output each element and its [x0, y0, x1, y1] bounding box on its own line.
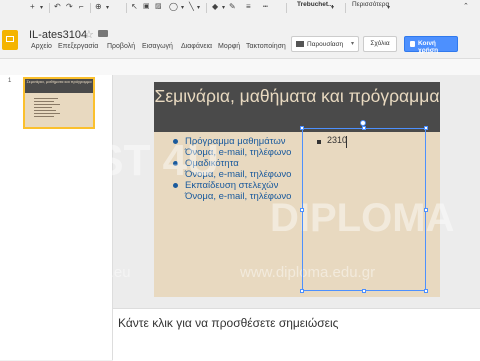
image-icon[interactable]: ▨: [155, 2, 162, 10]
chevron-down-icon[interactable]: ▾: [106, 4, 109, 11]
resize-handle[interactable]: [424, 208, 428, 212]
border-color-icon[interactable]: ✎: [229, 2, 236, 11]
watermark-url-left: www.test4u.eu: [33, 264, 131, 281]
thumbnail-line: [34, 113, 60, 114]
slides-logo-icon[interactable]: [2, 30, 18, 50]
font-family-select[interactable]: Trebuchet...: [297, 1, 333, 8]
bullet-square: [317, 140, 321, 144]
folder-icon[interactable]: [98, 30, 108, 37]
add-slide-icon[interactable]: +: [30, 2, 35, 11]
toolbar: [0, 58, 480, 76]
chevron-down-icon[interactable]: ▾: [331, 4, 334, 11]
selected-text-box[interactable]: [302, 128, 426, 291]
present-label: Παρουσίαση: [307, 41, 344, 48]
resize-handle[interactable]: [300, 289, 304, 293]
menu-view[interactable]: Προβολή: [107, 43, 135, 50]
speaker-notes-placeholder[interactable]: Κάντε κλικ για να προσθέσετε σημειώσεις: [118, 316, 338, 330]
toolbar-divider: [49, 3, 50, 13]
redo-icon[interactable]: ↷: [66, 2, 73, 11]
undo-icon[interactable]: ↶: [54, 2, 61, 11]
menu-edit[interactable]: Επεξεργασία: [58, 43, 98, 50]
toolbar-divider: [286, 3, 287, 13]
more-select[interactable]: Περισσότερα: [352, 1, 389, 8]
thumbnail-line: [34, 101, 54, 102]
toolbar-divider: [206, 3, 207, 13]
star-icon[interactable]: ☆: [84, 28, 94, 41]
shape-icon[interactable]: ◯: [169, 2, 178, 11]
menu-format[interactable]: Μορφή: [218, 43, 240, 50]
menu-insert[interactable]: Εισαγωγή: [142, 43, 173, 50]
resize-handle[interactable]: [362, 126, 366, 130]
chevron-down-icon[interactable]: ▾: [222, 4, 225, 11]
present-button[interactable]: Παρουσίαση ▾: [291, 36, 359, 52]
menu-file[interactable]: Αρχείο: [31, 43, 52, 50]
chevron-down-icon[interactable]: ▾: [40, 4, 43, 11]
fill-color-icon[interactable]: ◆: [212, 2, 218, 11]
thumbnail-line: [34, 110, 56, 111]
toolbar-divider: [90, 3, 91, 13]
watermark-brand-left: TEST 4U: [38, 136, 219, 185]
chevron-down-icon[interactable]: ▾: [197, 4, 200, 11]
border-weight-icon[interactable]: ≡: [246, 2, 251, 11]
text-box-content[interactable]: 2310: [327, 135, 347, 145]
present-icon: [296, 41, 304, 47]
lock-icon: [410, 41, 415, 47]
thumbnail-line: [34, 116, 54, 117]
menu-arrange[interactable]: Τακτοποίηση: [246, 43, 286, 50]
document-title[interactable]: IL-ates3104: [29, 29, 87, 41]
comments-button[interactable]: Σχόλια: [363, 36, 397, 52]
resize-handle[interactable]: [424, 126, 428, 130]
share-button[interactable]: Κοινή χρήση: [404, 36, 458, 54]
slide-number: 1: [8, 78, 12, 84]
thumbnail-line: [34, 107, 52, 108]
chevron-down-icon[interactable]: ▾: [351, 40, 354, 47]
text-box-icon[interactable]: ▣: [143, 2, 150, 10]
line-icon[interactable]: ╲: [189, 2, 194, 11]
toolbar-divider: [126, 3, 127, 13]
paint-format-icon[interactable]: ⌐: [79, 2, 84, 11]
menu-slide[interactable]: Διαφάνεια: [181, 43, 212, 50]
thumbnail-line: [34, 98, 58, 99]
resize-handle[interactable]: [424, 289, 428, 293]
chevron-down-icon[interactable]: ▾: [181, 4, 184, 11]
resize-handle[interactable]: [300, 126, 304, 130]
zoom-icon[interactable]: ⊕: [95, 2, 102, 11]
slide-title[interactable]: Σεμινάρια, μαθήματα και πρόγραμμα: [154, 86, 440, 106]
select-icon[interactable]: ↖: [131, 2, 138, 11]
toolbar-divider: [345, 3, 346, 13]
thumbnail-line: [34, 104, 60, 105]
chevron-down-icon[interactable]: ▾: [387, 4, 390, 11]
share-label: Κοινή χρήση: [418, 40, 439, 54]
resize-handle[interactable]: [300, 208, 304, 212]
border-dash-icon[interactable]: ┅: [263, 2, 268, 11]
thumbnail-title: Σεμινάρια, μαθήματα και πρόγραμμα: [26, 79, 92, 84]
resize-handle[interactable]: [362, 289, 366, 293]
text-cursor: [346, 136, 347, 148]
collapse-toolbar-icon[interactable]: ⌃: [463, 2, 469, 10]
